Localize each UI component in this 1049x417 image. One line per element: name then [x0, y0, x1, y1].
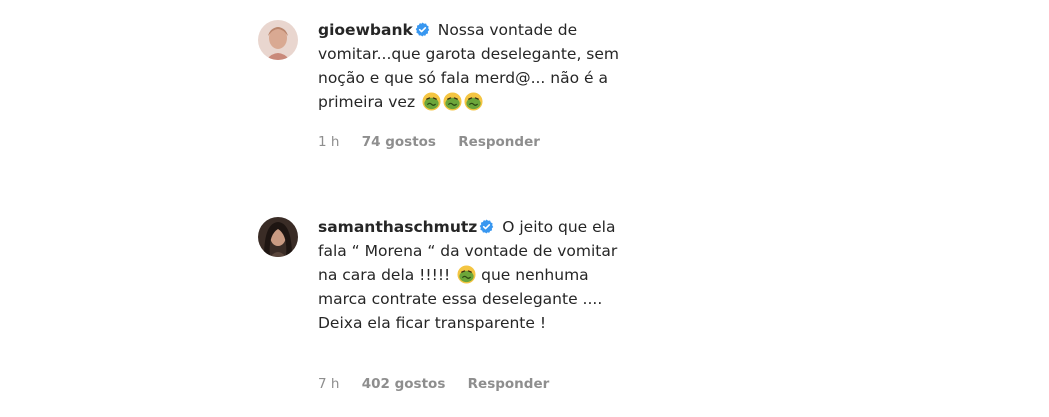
avatar[interactable]: [258, 20, 298, 60]
comment-body: samanthaschmutz O jeito que ela fala “ M…: [318, 215, 638, 335]
nauseated-face-icon: [422, 92, 441, 111]
reply-button[interactable]: Responder: [468, 376, 550, 392]
comment-likes[interactable]: 74 gostos: [362, 134, 436, 150]
nauseated-face-icon: [443, 92, 462, 111]
verified-badge-icon: [479, 219, 494, 234]
avatar-image: [258, 20, 298, 60]
nauseated-face-icon: [457, 265, 476, 284]
comment-username[interactable]: gioewbank: [318, 21, 413, 39]
comment-body: gioewbank Nossa vontade de vomitar...que…: [318, 18, 638, 114]
comment-likes[interactable]: 402 gostos: [362, 376, 446, 392]
comment-time[interactable]: 1 h: [318, 134, 339, 150]
comment-time[interactable]: 7 h: [318, 376, 339, 392]
comment-meta: 1 h 74 gostos Responder: [318, 134, 558, 150]
comment-meta: 7 h 402 gostos Responder: [318, 376, 567, 392]
verified-badge-icon: [415, 22, 430, 37]
nauseated-face-icon: [464, 92, 483, 111]
avatar-image: [258, 217, 298, 257]
comment-username[interactable]: samanthaschmutz: [318, 218, 477, 236]
reply-button[interactable]: Responder: [458, 134, 540, 150]
avatar[interactable]: [258, 217, 298, 257]
